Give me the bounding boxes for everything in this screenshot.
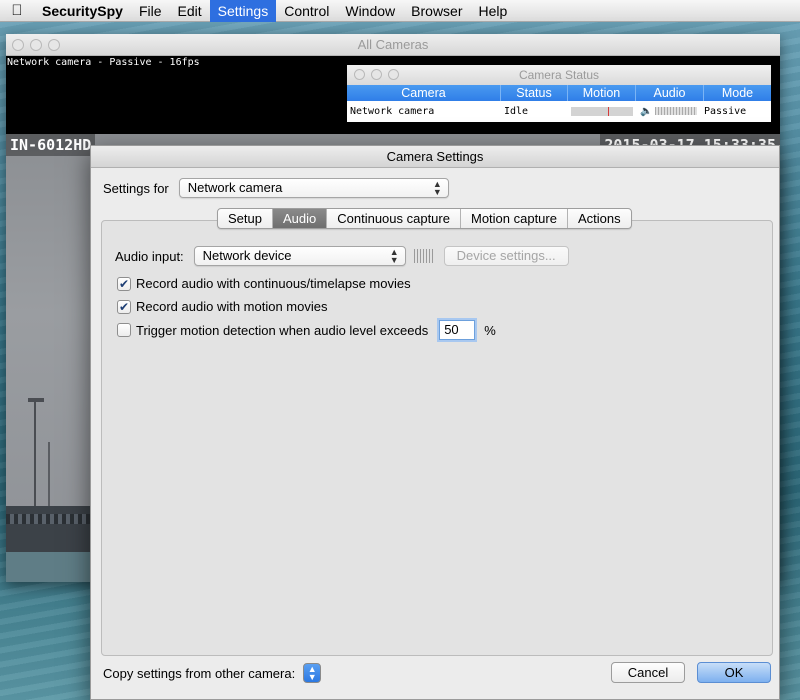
menu-bar:  SecuritySpy File Edit Settings Control… xyxy=(0,0,800,22)
cancel-button[interactable]: Cancel xyxy=(611,662,685,683)
apple-menu-icon[interactable]:  xyxy=(0,2,34,19)
lamp-post xyxy=(34,400,36,510)
menu-settings[interactable]: Settings xyxy=(209,0,277,22)
camera-select-value: Network camera xyxy=(187,180,283,195)
lamp-post-head xyxy=(28,398,44,402)
zoom-icon[interactable] xyxy=(48,39,60,51)
record-continuous-checkbox[interactable] xyxy=(117,276,131,291)
all-cameras-titlebar[interactable]: All Cameras xyxy=(6,34,780,56)
column-header-status[interactable]: Status xyxy=(501,85,568,101)
tab-continuous-capture[interactable]: Continuous capture xyxy=(327,209,461,228)
trigger-motion-checkbox[interactable] xyxy=(117,323,131,337)
settings-for-label: Settings for xyxy=(103,180,169,196)
camera-select-popup[interactable]: Network camera ▲ ▼ xyxy=(178,178,449,198)
speaker-icon: 🔈 xyxy=(640,105,653,117)
trigger-motion-label[interactable]: Trigger motion detection when audio leve… xyxy=(136,323,428,338)
copy-settings-row: Copy settings from other camera: ▲ ▼ xyxy=(103,663,322,683)
railing xyxy=(6,514,96,524)
menu-app-name[interactable]: SecuritySpy xyxy=(34,0,131,22)
record-motion-checkbox[interactable] xyxy=(117,299,131,314)
menu-edit[interactable]: Edit xyxy=(170,0,210,22)
close-icon[interactable] xyxy=(354,69,365,80)
menu-browser[interactable]: Browser xyxy=(403,0,470,22)
tab-motion-capture[interactable]: Motion capture xyxy=(461,209,568,228)
device-settings-button[interactable]: Device settings... xyxy=(443,246,569,266)
camera-status-titlebar[interactable]: Camera Status xyxy=(347,65,771,85)
settings-for-row: Settings for Network camera ▲ ▼ xyxy=(103,178,449,198)
camera-feed-label: Network camera - Passive - 16fps xyxy=(7,57,200,68)
all-cameras-title: All Cameras xyxy=(357,37,429,52)
record-motion-label[interactable]: Record audio with motion movies xyxy=(136,299,327,314)
tab-bar: Setup Audio Continuous capture Motion ca… xyxy=(217,208,632,229)
zoom-icon[interactable] xyxy=(388,69,399,80)
table-row[interactable]: Network camera Idle 🔈 Passive xyxy=(347,101,771,121)
menu-control[interactable]: Control xyxy=(276,0,337,22)
tab-actions[interactable]: Actions xyxy=(568,209,631,228)
row-camera-name: Network camera xyxy=(350,105,435,117)
popup-arrows-icon: ▲ ▼ xyxy=(432,179,442,197)
camera-status-title: Camera Status xyxy=(518,68,600,82)
audio-threshold-field[interactable]: 50 xyxy=(439,320,476,340)
audio-level-meter xyxy=(413,249,434,263)
menu-help[interactable]: Help xyxy=(471,0,516,22)
camera-status-header: Camera Status Motion Audio Mode xyxy=(347,85,771,101)
copy-settings-stepper-icon[interactable]: ▲ ▼ xyxy=(303,663,322,683)
column-header-audio[interactable]: Audio xyxy=(636,85,704,101)
column-header-motion[interactable]: Motion xyxy=(568,85,636,101)
row-status: Idle xyxy=(504,105,529,117)
water xyxy=(6,552,96,582)
menu-window[interactable]: Window xyxy=(337,0,403,22)
row-mode: Passive xyxy=(704,105,747,117)
tab-setup[interactable]: Setup xyxy=(218,209,273,228)
camera-settings-window: Camera Settings Settings for Network cam… xyxy=(90,145,780,700)
copy-settings-label: Copy settings from other camera: xyxy=(103,665,296,681)
shoreline xyxy=(6,506,96,552)
audio-input-popup[interactable]: Network device ▲ ▼ xyxy=(193,246,406,266)
lamp-post xyxy=(48,442,50,510)
audio-level-bars xyxy=(655,107,698,115)
window-controls xyxy=(354,69,399,80)
column-header-mode[interactable]: Mode xyxy=(704,85,771,101)
ok-button[interactable]: OK xyxy=(697,662,771,683)
column-header-camera[interactable]: Camera xyxy=(347,85,501,101)
video-osd-camera-name: IN-6012HD xyxy=(6,134,96,156)
minimize-icon[interactable] xyxy=(30,39,42,51)
record-continuous-row: Record audio with continuous/timelapse m… xyxy=(117,276,411,291)
window-controls xyxy=(12,39,60,51)
percent-label: % xyxy=(484,322,496,338)
row-audio-meter: 🔈 xyxy=(636,106,704,117)
minimize-icon[interactable] xyxy=(371,69,382,80)
tab-audio[interactable]: Audio xyxy=(272,209,328,228)
audio-input-value: Network device xyxy=(202,248,292,263)
trigger-motion-row: Trigger motion detection when audio leve… xyxy=(117,320,496,340)
record-continuous-label[interactable]: Record audio with continuous/timelapse m… xyxy=(136,276,411,291)
popup-arrows-icon: ▲ ▼ xyxy=(389,247,399,265)
audio-input-label: Audio input: xyxy=(115,248,184,264)
menu-file[interactable]: File xyxy=(131,0,170,22)
camera-status-window: Camera Status Camera Status Motion Audio… xyxy=(347,65,771,122)
close-icon[interactable] xyxy=(12,39,24,51)
camera-settings-titlebar[interactable]: Camera Settings xyxy=(91,146,779,168)
row-motion-meter xyxy=(568,106,636,116)
record-motion-row: Record audio with motion movies xyxy=(117,299,327,314)
audio-input-row: Audio input: Network device ▲ ▼ Device se… xyxy=(115,246,569,266)
